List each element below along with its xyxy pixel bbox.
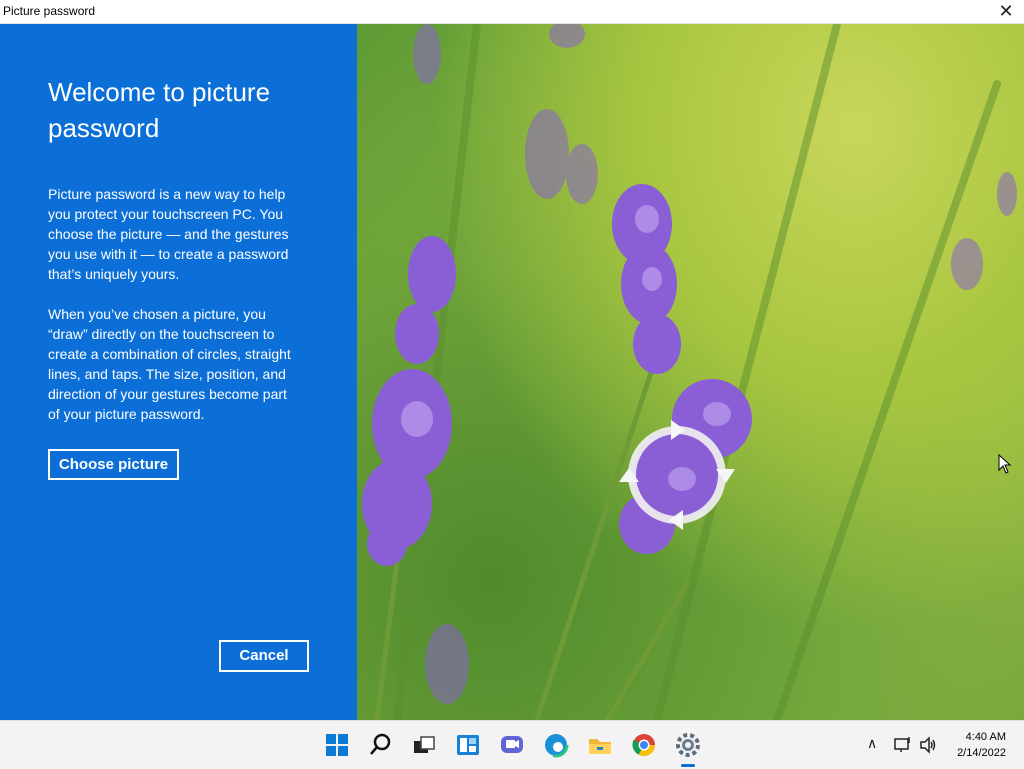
- network-icon[interactable]: [893, 735, 913, 755]
- clock-date: 2/14/2022: [957, 747, 1006, 759]
- taskbar: ∧ 4:40 AM 2/14/2022: [0, 720, 1024, 769]
- intro-paragraph-2: When you’ve chosen a picture, you “draw”…: [48, 306, 291, 422]
- volume-icon[interactable]: [918, 735, 938, 755]
- intro-paragraph-1: Picture password is a new way to help yo…: [48, 186, 289, 282]
- windows-start-icon[interactable]: [323, 731, 351, 759]
- search-icon[interactable]: [367, 731, 395, 759]
- edge-icon[interactable]: [542, 731, 570, 759]
- lavender-photo: [357, 24, 1024, 720]
- close-icon[interactable]: ✕: [996, 1, 1016, 21]
- chevron-up-icon[interactable]: ∧: [867, 735, 877, 752]
- task-view-icon[interactable]: [410, 731, 438, 759]
- window-title: Picture password: [3, 4, 96, 18]
- chrome-icon[interactable]: [630, 731, 658, 759]
- widgets-icon[interactable]: [454, 731, 482, 759]
- choose-picture-button[interactable]: Choose picture: [48, 449, 179, 480]
- page-title: Welcome to picture password: [48, 77, 271, 143]
- teams-chat-icon[interactable]: [498, 731, 526, 759]
- mouse-cursor-icon: [998, 454, 1012, 474]
- cancel-button[interactable]: Cancel: [219, 640, 309, 672]
- lavender-illustration: [362, 24, 1017, 720]
- intro-panel: Welcome to picture password Picture pass…: [0, 24, 357, 720]
- file-explorer-icon[interactable]: [586, 731, 614, 759]
- system-clock[interactable]: 4:40 AM 2/14/2022: [957, 729, 1006, 761]
- active-app-indicator: [681, 764, 695, 767]
- settings-icon[interactable]: [674, 731, 702, 759]
- clock-time: 4:40 AM: [965, 731, 1006, 743]
- window-titlebar: Picture password ✕: [0, 0, 1024, 24]
